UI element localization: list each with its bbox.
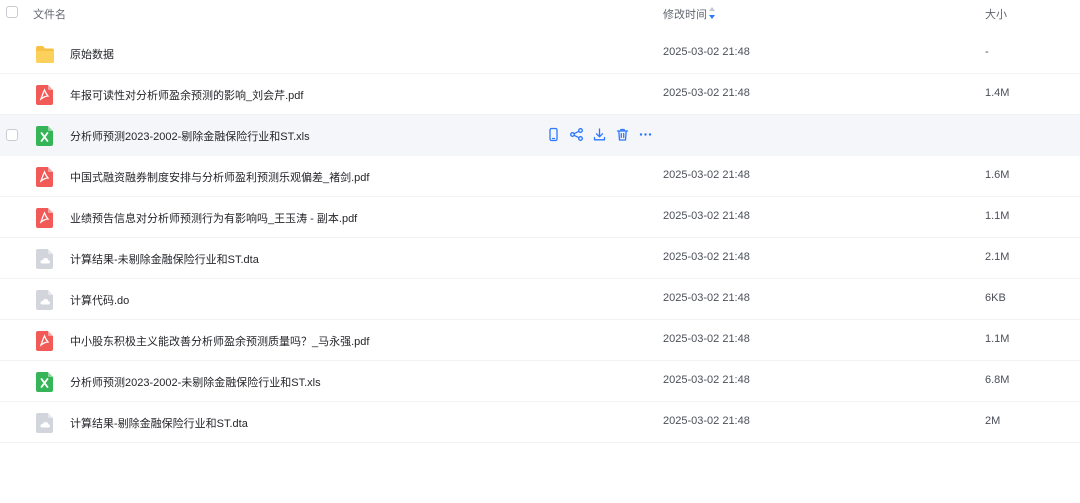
file-row[interactable]: 计算结果-未剔除金融保险行业和ST.dta 2025-03-02 21:48 2.1… <box>0 238 1080 279</box>
row-checkbox[interactable] <box>6 129 18 141</box>
file-modified-time: 2025-03-02 21:48 <box>663 374 750 386</box>
file-modified-time: 2025-03-02 21:48 <box>663 292 750 304</box>
file-size: 6.8M <box>985 374 1010 386</box>
file-row[interactable]: 中小股东积极主义能改善分析师盈余预测质量吗？_马永强.pdf 2025-03-02… <box>0 320 1080 361</box>
file-size: 1.1M <box>985 210 1010 222</box>
excel-file-icon <box>36 126 54 146</box>
file-row[interactable]: 计算代码.do 2025-03-02 21:48 6KB <box>0 279 1080 320</box>
file-name[interactable]: 业绩预告信息对分析师预测行为有影响吗_王玉涛 - 副本.pdf <box>70 210 357 226</box>
file-list-header: 文件名 修改时间 大小 <box>0 0 1080 26</box>
pdf-file-icon <box>36 208 54 228</box>
file-row[interactable]: 原始数据 2025-03-02 21:48 - <box>0 33 1080 74</box>
file-name[interactable]: 中小股东积极主义能改善分析师盈余预测质量吗？_马永强.pdf <box>70 333 369 349</box>
folder-icon <box>36 44 54 64</box>
file-row[interactable]: 年报可读性对分析师盈余预测的影响_刘会芹.pdf 2025-03-02 21:48… <box>0 74 1080 115</box>
file-name[interactable]: 计算结果-未剔除金融保险行业和ST.dta <box>70 251 259 267</box>
file-row[interactable]: 分析师预测2023-2002-未剔除金融保险行业和ST.xls 2025-03-0… <box>0 361 1080 402</box>
file-modified-time: 2025-03-02 21:48 <box>663 415 750 427</box>
file-row[interactable]: 中国式融资融券制度安排与分析师盈利预测乐观偏差_褚剑.pdf 2025-03-02… <box>0 156 1080 197</box>
file-size: - <box>985 46 989 58</box>
column-header-modified[interactable]: 修改时间 <box>663 6 707 22</box>
file-modified-time: 2025-03-02 21:48 <box>663 210 750 222</box>
sort-desc-icon[interactable] <box>707 6 717 20</box>
file-list: 原始数据 2025-03-02 21:48 - 年报可读性对分析师盈余预测的影响_刘会… <box>0 33 1080 443</box>
file-name[interactable]: 中国式融资融券制度安排与分析师盈利预测乐观偏差_褚剑.pdf <box>70 169 369 185</box>
column-header-size[interactable]: 大小 <box>985 6 1007 22</box>
download-icon[interactable] <box>592 127 607 142</box>
file-size: 1.4M <box>985 87 1010 99</box>
file-modified-time: 2025-03-02 21:48 <box>663 251 750 263</box>
file-row[interactable]: 分析师预测2023-2002-剔除金融保险行业和ST.xls <box>0 115 1080 156</box>
delete-icon[interactable] <box>615 127 630 142</box>
column-header-name[interactable]: 文件名 <box>33 6 66 22</box>
file-name[interactable]: 计算代码.do <box>70 292 129 308</box>
file-modified-time: 2025-03-02 21:48 <box>663 169 750 181</box>
file-modified-time: 2025-03-02 21:48 <box>663 46 750 58</box>
file-name[interactable]: 分析师预测2023-2002-剔除金融保险行业和ST.xls <box>70 128 310 144</box>
file-name[interactable]: 分析师预测2023-2002-未剔除金融保险行业和ST.xls <box>70 374 321 390</box>
row-actions <box>546 127 653 143</box>
file-name[interactable]: 计算结果-剔除金融保险行业和ST.dta <box>70 415 248 431</box>
file-modified-time: 2025-03-02 21:48 <box>663 333 750 345</box>
generic-file-icon <box>36 413 54 433</box>
generic-file-icon <box>36 290 54 310</box>
pdf-file-icon <box>36 85 54 105</box>
select-all-checkbox[interactable] <box>6 6 18 18</box>
file-row[interactable]: 计算结果-剔除金融保险行业和ST.dta 2025-03-02 21:48 2M <box>0 402 1080 443</box>
file-size: 1.1M <box>985 333 1010 345</box>
file-row[interactable]: 业绩预告信息对分析师预测行为有影响吗_王玉涛 - 副本.pdf 2025-03-0… <box>0 197 1080 238</box>
file-size: 2.1M <box>985 251 1010 263</box>
pdf-file-icon <box>36 331 54 351</box>
file-size: 1.6M <box>985 169 1010 181</box>
pdf-file-icon <box>36 167 54 187</box>
file-size: 6KB <box>985 292 1006 304</box>
generic-file-icon <box>36 249 54 269</box>
excel-file-icon <box>36 372 54 392</box>
file-name[interactable]: 年报可读性对分析师盈余预测的影响_刘会芹.pdf <box>70 87 303 103</box>
share-icon[interactable] <box>569 127 584 142</box>
file-modified-time: 2025-03-02 21:48 <box>663 87 750 99</box>
phone-icon[interactable] <box>546 127 561 142</box>
more-icon[interactable] <box>638 127 653 142</box>
file-name[interactable]: 原始数据 <box>70 46 114 62</box>
file-size: 2M <box>985 415 1001 427</box>
